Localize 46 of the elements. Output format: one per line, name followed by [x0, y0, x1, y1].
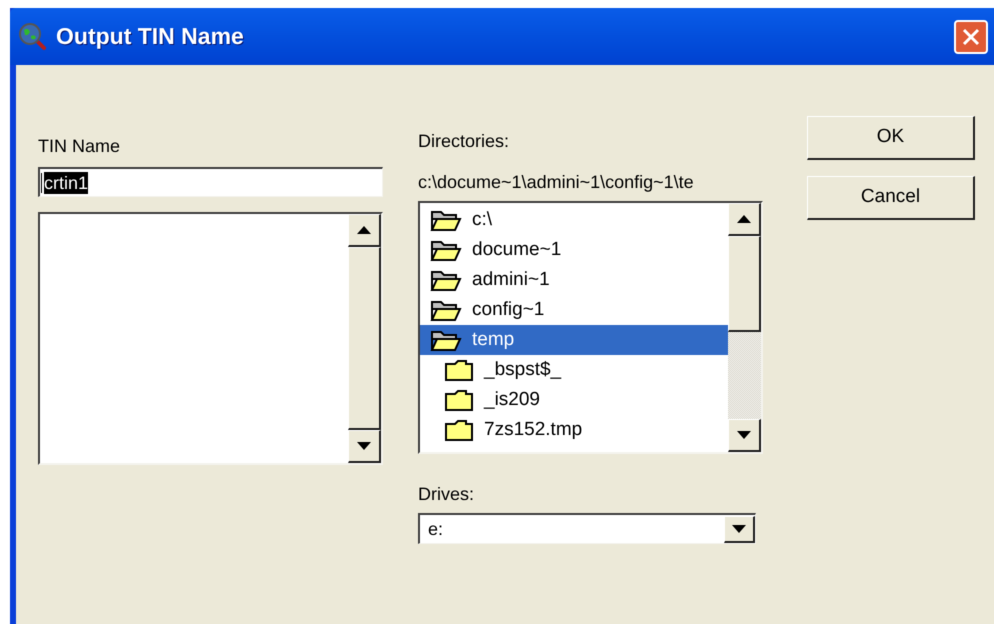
- dialog-button[interactable]: Cancel: [807, 176, 975, 220]
- input-field[interactable]: crtin1: [38, 167, 383, 197]
- scroll-up-button[interactable]: [348, 214, 381, 247]
- field-label: Drives:: [418, 483, 476, 505]
- directory-item[interactable]: _is209: [420, 385, 728, 415]
- directory-path: c:\docume~1\admini~1\config~1\te: [418, 171, 695, 193]
- close-icon: [961, 26, 981, 46]
- open-folder-icon: [430, 298, 462, 322]
- down-arrow-icon: [357, 442, 371, 450]
- globe-magnifier-icon: [18, 22, 48, 52]
- directory-item[interactable]: config~1: [420, 295, 728, 325]
- directory-list[interactable]: c:\ docume~1 admini~1 config~1 temp _bspst$_ _is209 7zs152.tmp: [418, 201, 763, 454]
- up-arrow-icon: [737, 215, 751, 223]
- field-label: Directories:: [418, 130, 510, 152]
- dropdown-value: e:: [427, 518, 444, 540]
- directory-item[interactable]: _bspst$_: [420, 355, 728, 385]
- open-folder-icon: [430, 328, 462, 352]
- directory-item[interactable]: 7zs152.tmp: [420, 415, 728, 445]
- open-folder-icon: [430, 238, 462, 262]
- down-arrow-icon: [732, 524, 746, 532]
- scroll-thumb[interactable]: [348, 247, 381, 430]
- folder-icon: [444, 418, 474, 442]
- open-folder-icon: [430, 268, 462, 292]
- close-button[interactable]: [954, 20, 988, 54]
- folder-icon: [444, 358, 474, 382]
- selected-text: crtin1: [44, 172, 88, 194]
- field-label: TIN Name: [38, 135, 122, 157]
- list-box[interactable]: [38, 212, 383, 465]
- down-arrow-icon: [737, 431, 751, 439]
- scroll-thumb[interactable]: [728, 236, 761, 332]
- directory-item[interactable]: c:\: [420, 205, 728, 235]
- window-title: Output TIN Name: [56, 22, 244, 52]
- directory-item[interactable]: docume~1: [420, 235, 728, 265]
- dialog-button[interactable]: OK: [807, 116, 975, 160]
- open-folder-icon: [430, 208, 462, 232]
- up-arrow-icon: [357, 226, 371, 234]
- directory-item[interactable]: admini~1: [420, 265, 728, 295]
- scrollbar[interactable]: [728, 203, 761, 452]
- scroll-down-button[interactable]: [728, 419, 761, 452]
- drive-dropdown[interactable]: e:: [418, 513, 756, 544]
- dropdown-button[interactable]: [724, 516, 755, 542]
- scroll-up-button[interactable]: [728, 203, 761, 236]
- directory-item[interactable]: temp: [420, 325, 728, 355]
- scrollbar[interactable]: [348, 214, 381, 463]
- scroll-down-button[interactable]: [348, 430, 381, 463]
- folder-icon: [444, 388, 474, 412]
